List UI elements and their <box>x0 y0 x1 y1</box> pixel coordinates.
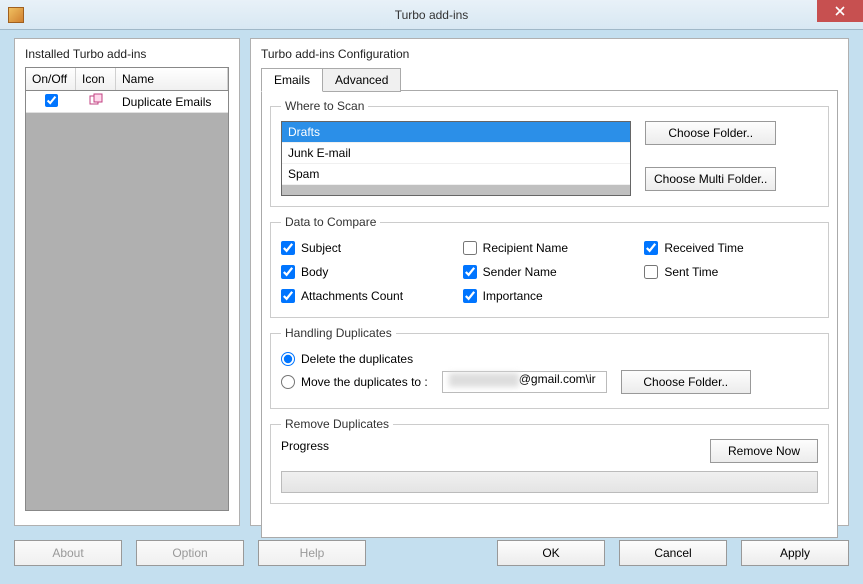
folder-item[interactable]: Spam <box>282 164 630 185</box>
addins-grid[interactable]: On/Off Icon Name Duplicate Emails <box>25 67 229 511</box>
option-button[interactable]: Option <box>136 540 244 566</box>
check-sender-name[interactable]: Sender Name <box>463 265 637 279</box>
addin-row[interactable]: Duplicate Emails <box>26 91 228 113</box>
folder-item[interactable]: Junk E-mail <box>282 143 630 164</box>
check-sent-time[interactable]: Sent Time <box>644 265 818 279</box>
choose-folder-button[interactable]: Choose Folder.. <box>645 121 776 145</box>
ok-button[interactable]: OK <box>497 540 605 566</box>
check-subject[interactable]: Subject <box>281 241 455 255</box>
data-to-compare-legend: Data to Compare <box>281 215 380 229</box>
move-target-input[interactable]: @gmail.com\ir <box>442 371 607 393</box>
tab-emails[interactable]: Emails <box>261 68 323 92</box>
tab-advanced[interactable]: Advanced <box>322 68 401 92</box>
data-to-compare-group: Data to Compare Subject Recipient Name R… <box>270 215 829 318</box>
close-icon <box>835 6 845 16</box>
col-icon[interactable]: Icon <box>76 68 116 90</box>
titlebar: Turbo add-ins <box>0 0 863 30</box>
progress-label: Progress <box>281 439 329 453</box>
col-onoff[interactable]: On/Off <box>26 68 76 90</box>
close-button[interactable] <box>817 0 863 22</box>
help-button[interactable]: Help <box>258 540 366 566</box>
remove-now-button[interactable]: Remove Now <box>710 439 818 463</box>
about-button[interactable]: About <box>14 540 122 566</box>
progress-bar <box>281 471 818 493</box>
grid-header: On/Off Icon Name <box>26 68 228 91</box>
col-name[interactable]: Name <box>116 68 228 90</box>
dialog-buttons: About Option Help OK Cancel Apply <box>0 534 863 576</box>
folder-item[interactable]: Drafts <box>282 122 630 143</box>
configuration-panel: Turbo add-ins Configuration Emails Advan… <box>250 38 849 526</box>
choose-multi-folder-button[interactable]: Choose Multi Folder.. <box>645 167 776 191</box>
installed-addins-panel: Installed Turbo add-ins On/Off Icon Name… <box>14 38 240 526</box>
installed-addins-heading: Installed Turbo add-ins <box>25 47 229 61</box>
remove-duplicates-group: Remove Duplicates Progress Remove Now <box>270 417 829 504</box>
handling-duplicates-group: Handling Duplicates Delete the duplicate… <box>270 326 829 409</box>
radio-move-duplicates[interactable]: Move the duplicates to : <box>281 375 428 389</box>
addin-enabled-checkbox[interactable] <box>45 94 58 107</box>
check-importance[interactable]: Importance <box>463 289 637 303</box>
check-recipient-name[interactable]: Recipient Name <box>463 241 637 255</box>
handling-duplicates-legend: Handling Duplicates <box>281 326 396 340</box>
where-to-scan-legend: Where to Scan <box>281 99 368 113</box>
tab-body-emails: Where to Scan DraftsJunk E-mailSpam Choo… <box>261 90 838 538</box>
handling-choose-folder-button[interactable]: Choose Folder.. <box>621 370 751 394</box>
check-received-time[interactable]: Received Time <box>644 241 818 255</box>
check-body[interactable]: Body <box>281 265 455 279</box>
addin-name: Duplicate Emails <box>116 93 228 111</box>
folder-list[interactable]: DraftsJunk E-mailSpam <box>281 121 631 196</box>
radio-delete-duplicates[interactable]: Delete the duplicates <box>281 352 818 366</box>
apply-button[interactable]: Apply <box>741 540 849 566</box>
cancel-button[interactable]: Cancel <box>619 540 727 566</box>
window-title: Turbo add-ins <box>395 8 469 22</box>
duplicate-emails-icon <box>89 93 103 107</box>
remove-duplicates-legend: Remove Duplicates <box>281 417 393 431</box>
configuration-heading: Turbo add-ins Configuration <box>261 47 838 61</box>
check-attachments-count[interactable]: Attachments Count <box>281 289 455 303</box>
where-to-scan-group: Where to Scan DraftsJunk E-mailSpam Choo… <box>270 99 829 207</box>
app-icon <box>8 7 24 23</box>
config-tabs: Emails Advanced <box>261 67 838 91</box>
